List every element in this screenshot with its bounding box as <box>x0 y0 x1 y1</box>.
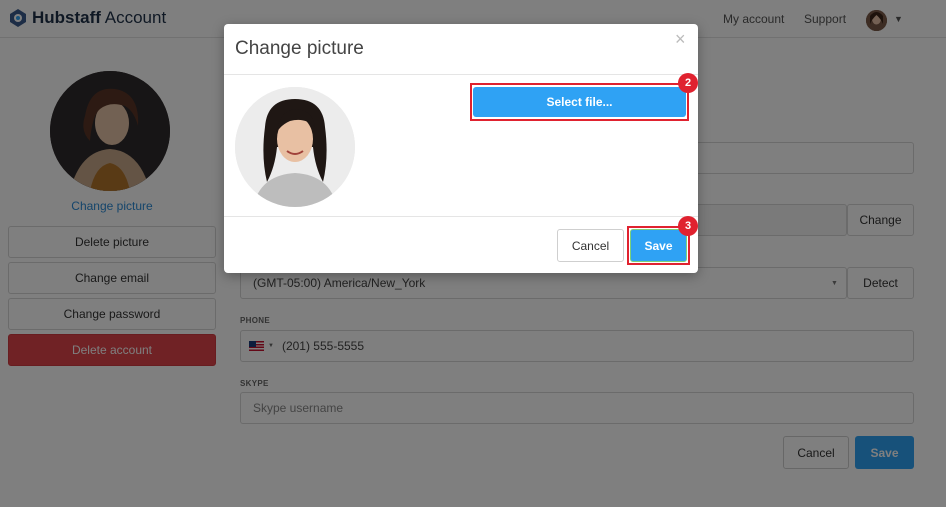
modal-footer-divider <box>224 216 698 217</box>
step-badge-3: 3 <box>678 216 698 236</box>
step-badge-2: 2 <box>678 73 698 93</box>
modal-cancel-button[interactable]: Cancel <box>557 229 624 262</box>
close-icon[interactable]: × <box>675 29 686 50</box>
modal-title: Change picture <box>235 38 364 59</box>
annotation-highlight-select-file <box>470 83 689 121</box>
modal-header-divider <box>224 74 698 75</box>
change-picture-modal: Change picture × Select file... 2 Cancel… <box>224 24 698 273</box>
picture-preview <box>235 87 355 207</box>
